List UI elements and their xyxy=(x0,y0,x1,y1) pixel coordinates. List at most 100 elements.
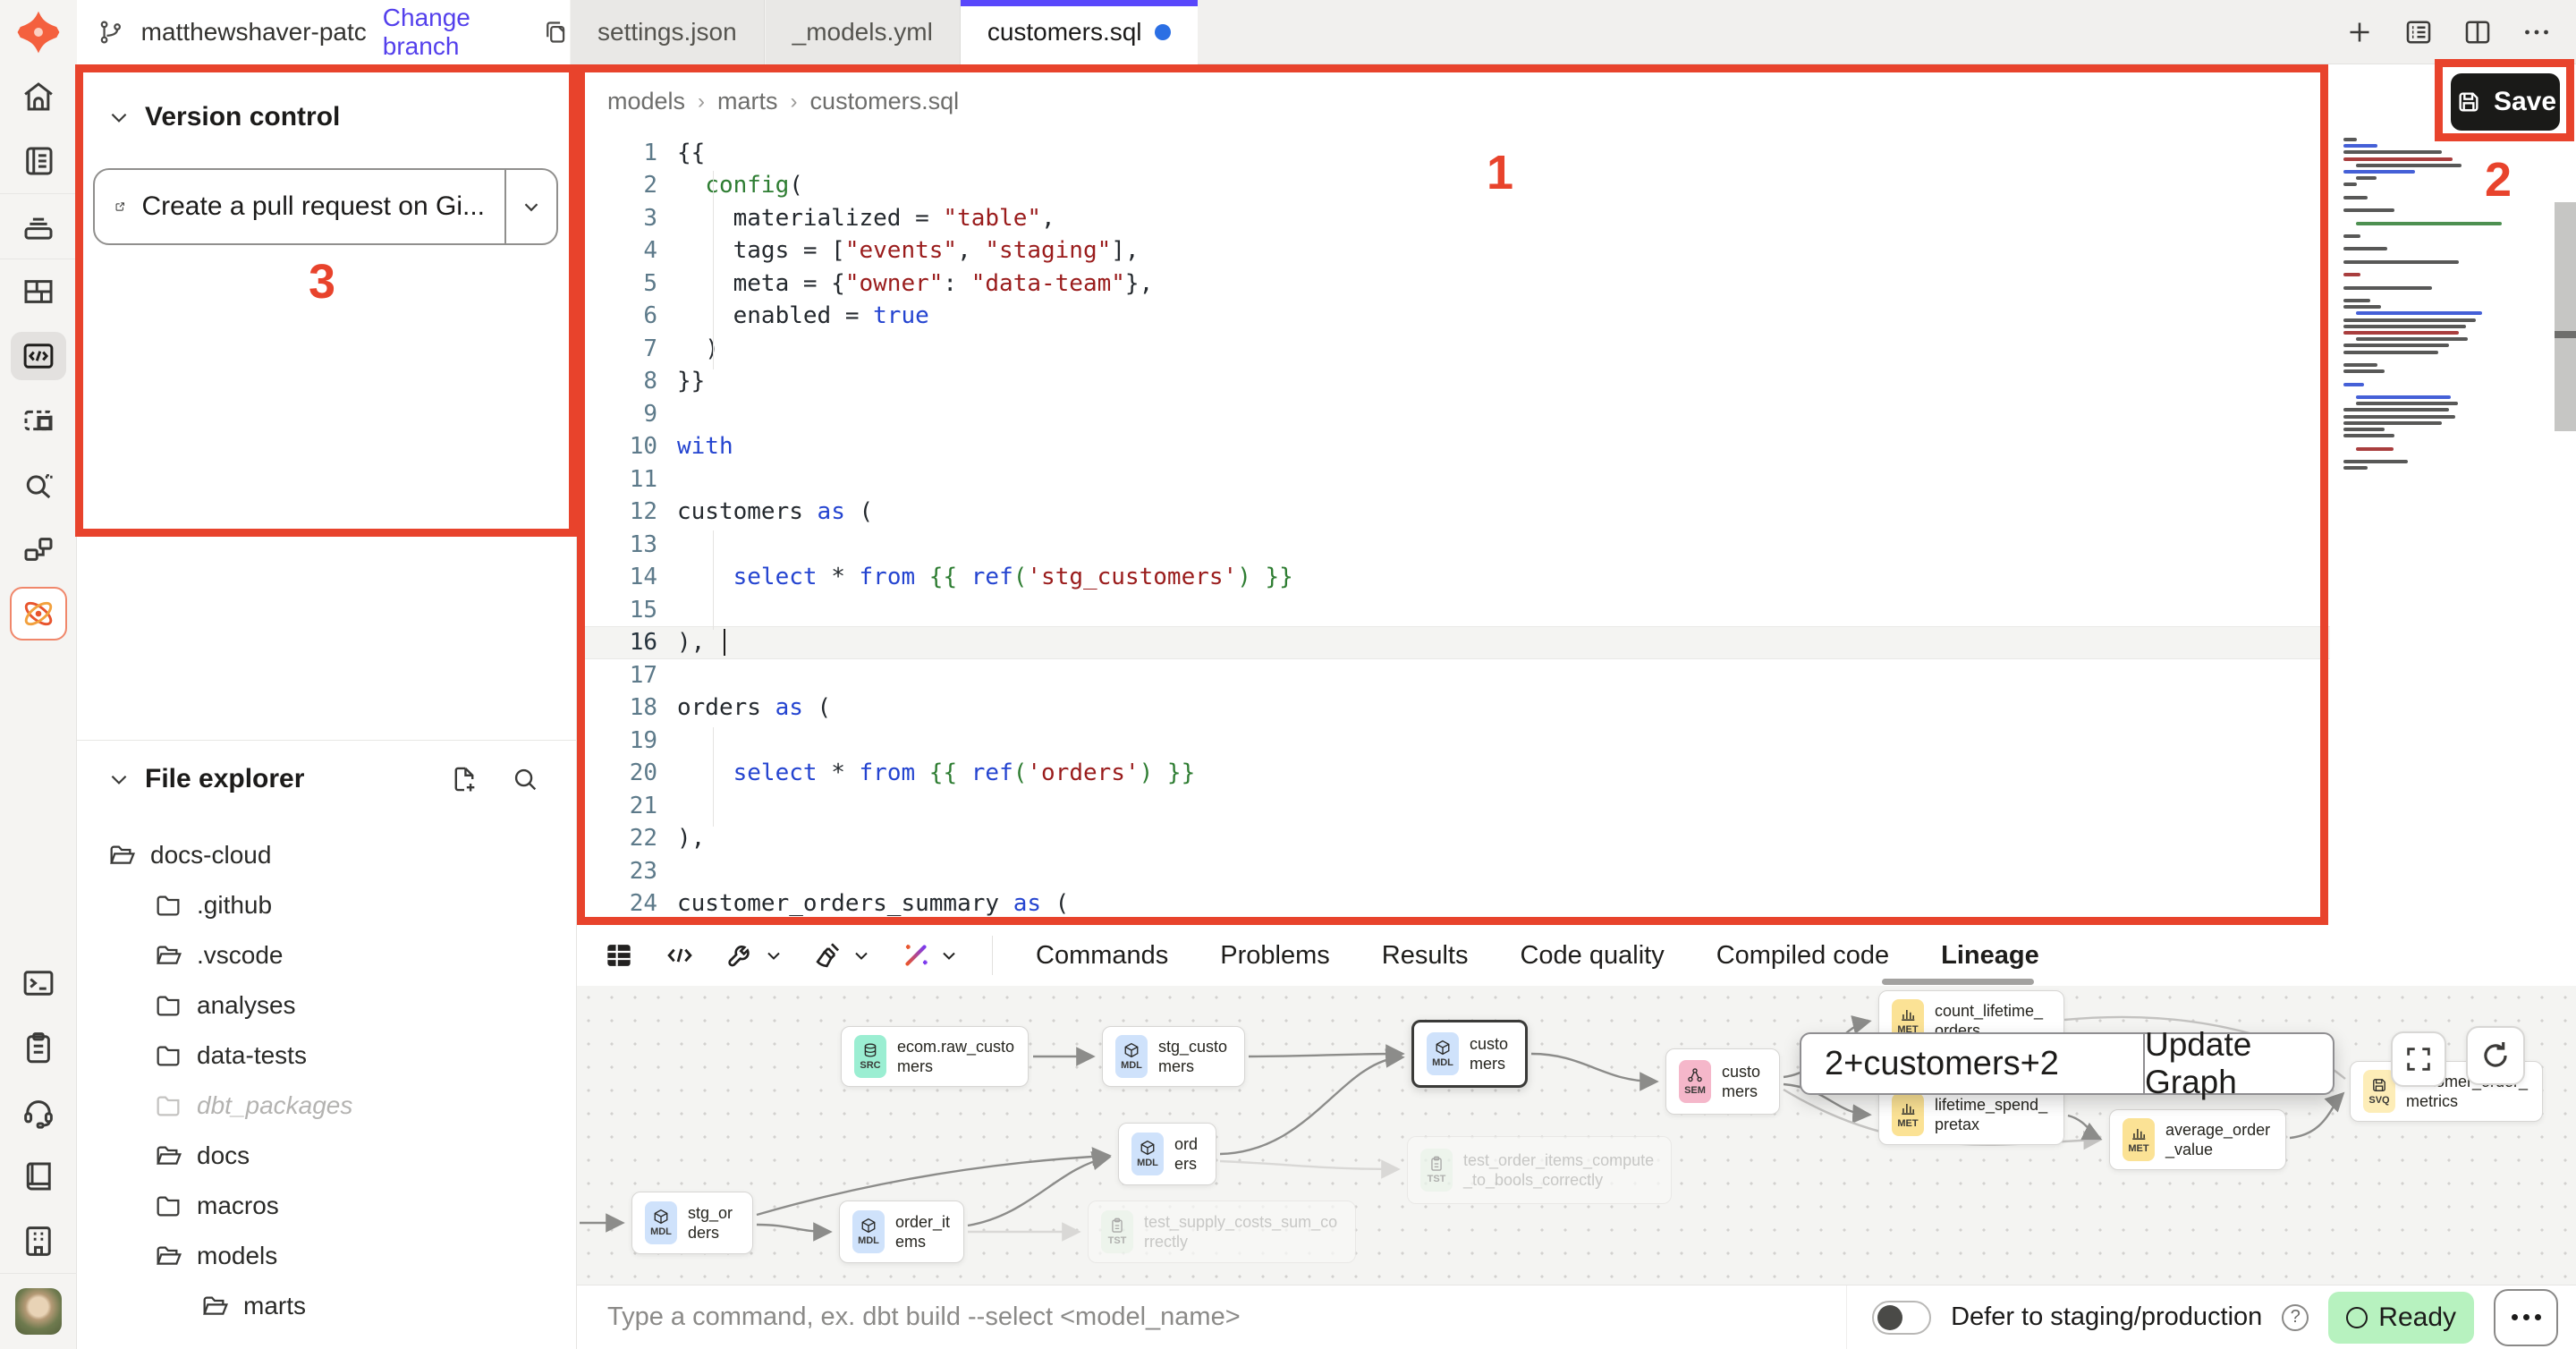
lineage-node-orders[interactable]: MDLorders xyxy=(1118,1123,1216,1185)
code-line-9[interactable]: 9 xyxy=(577,397,2330,430)
tree-item-.github[interactable]: .github xyxy=(77,880,577,930)
lint-button[interactable] xyxy=(811,938,872,972)
results-table-button[interactable] xyxy=(602,938,636,972)
tree-item-analyses[interactable]: analyses xyxy=(77,980,577,1031)
save-button[interactable]: Save xyxy=(2451,73,2560,131)
code-line-7[interactable]: 7 ) xyxy=(577,332,2330,365)
nav-dashboards[interactable] xyxy=(0,259,77,324)
code-line-13[interactable]: 13 xyxy=(577,528,2330,561)
tab-customers.sql[interactable]: customers.sql xyxy=(961,0,1198,64)
nav-copilot[interactable] xyxy=(0,581,77,646)
pr-button-caret[interactable] xyxy=(504,170,556,243)
lineage-node-stg_orders[interactable]: MDLstg_orders xyxy=(631,1192,753,1254)
fullscreen-button[interactable] xyxy=(2391,1031,2446,1087)
nav-terminal[interactable] xyxy=(0,951,77,1015)
new-file-icon[interactable] xyxy=(449,764,479,794)
lineage-node-average_order_value[interactable]: METaverage_order_value xyxy=(2109,1109,2286,1170)
more-options-icon[interactable] xyxy=(2519,14,2555,50)
panel-tab-lineage[interactable]: Lineage xyxy=(1941,941,2039,971)
command-input[interactable] xyxy=(577,1302,1846,1332)
code-line-12[interactable]: 12customers as ( xyxy=(577,496,2330,529)
nav-organization[interactable] xyxy=(0,1209,77,1273)
code-view-button[interactable] xyxy=(663,938,697,972)
nav-docs[interactable] xyxy=(0,1144,77,1209)
panel-tab-results[interactable]: Results xyxy=(1382,941,1469,971)
code-line-11[interactable]: 11 xyxy=(577,462,2330,496)
lineage-canvas[interactable]: SRCecom.raw_customers MDLstg_customers MDL… xyxy=(577,986,2576,1285)
more-actions-button[interactable] xyxy=(2494,1289,2558,1346)
tree-item-models[interactable]: models xyxy=(77,1231,577,1281)
nav-jobs[interactable] xyxy=(0,388,77,453)
code-line-15[interactable]: 15 xyxy=(577,593,2330,626)
lineage-node-stg_customers[interactable]: MDLstg_customers xyxy=(1102,1026,1245,1087)
tree-item-macros[interactable]: macros xyxy=(77,1181,577,1231)
nav-explore[interactable] xyxy=(0,453,77,517)
lineage-node-customers[interactable]: SEMcustomers xyxy=(1665,1048,1780,1115)
code-line-20[interactable]: 20 select * from {{ ref('orders') }} xyxy=(577,757,2330,790)
tree-item-marts[interactable]: marts xyxy=(77,1281,577,1331)
split-panel-icon[interactable] xyxy=(2460,14,2496,50)
nav-editor[interactable] xyxy=(0,324,77,388)
code-line-5[interactable]: 5 meta = {"owner": "data-team"}, xyxy=(577,267,2330,300)
help-icon[interactable]: ? xyxy=(2282,1304,2309,1331)
tree-item-docs[interactable]: docs xyxy=(77,1131,577,1181)
nav-notebooks[interactable] xyxy=(0,129,77,193)
breadcrumb-segment[interactable]: marts xyxy=(717,88,778,115)
editor-scrollbar[interactable] xyxy=(2555,132,2576,925)
nav-home[interactable] xyxy=(0,64,77,129)
code-line-8[interactable]: 8}} xyxy=(577,365,2330,398)
lineage-node-customers[interactable]: MDLcustomers xyxy=(1411,1020,1528,1088)
tree-item-data-tests[interactable]: data-tests xyxy=(77,1031,577,1081)
copy-branch-icon[interactable] xyxy=(541,15,570,49)
defer-toggle[interactable] xyxy=(1872,1301,1931,1335)
create-pr-button[interactable]: Create a pull request on Gi... xyxy=(93,168,558,245)
tab-_models.yml[interactable]: _models.yml xyxy=(765,0,961,64)
ai-fix-button[interactable] xyxy=(899,938,960,972)
code-line-17[interactable]: 17 xyxy=(577,658,2330,691)
code-line-21[interactable]: 21 xyxy=(577,789,2330,822)
nav-support[interactable] xyxy=(0,1080,77,1144)
tab-settings.json[interactable]: settings.json xyxy=(570,0,765,64)
code-line-16[interactable]: 16), xyxy=(577,626,2330,659)
tree-item-dbt_packages[interactable]: dbt_packages xyxy=(77,1081,577,1131)
code-line-10[interactable]: 10with xyxy=(577,430,2330,463)
nav-changelog[interactable] xyxy=(0,1015,77,1080)
panel-tab-problems[interactable]: Problems xyxy=(1220,941,1330,971)
code-line-19[interactable]: 19 xyxy=(577,724,2330,757)
panel-tab-code-quality[interactable]: Code quality xyxy=(1520,941,1664,971)
lineage-node-ecom.raw_customers[interactable]: SRCecom.raw_customers xyxy=(841,1026,1029,1087)
version-control-header[interactable]: Version control xyxy=(107,102,340,132)
update-graph-button[interactable]: Update Graph xyxy=(2143,1034,2333,1093)
user-menu[interactable] xyxy=(0,1274,77,1349)
lineage-node-test_order_items_compute_to_bools_correctly[interactable]: TSTtest_order_items_compute_to_bools_cor… xyxy=(1407,1136,1672,1204)
code-line-24[interactable]: 24customer_orders_summary as ( xyxy=(577,887,2330,921)
nav-environments[interactable] xyxy=(0,517,77,581)
code-line-1[interactable]: 1{{ xyxy=(577,136,2330,169)
panel-tab-compiled-code[interactable]: Compiled code xyxy=(1716,941,1889,971)
panel-tab-commands[interactable]: Commands xyxy=(1036,941,1168,971)
refresh-graph-button[interactable] xyxy=(2466,1026,2525,1085)
breadcrumb-segment[interactable]: models xyxy=(607,88,685,115)
code-line-18[interactable]: 18orders as ( xyxy=(577,691,2330,725)
breadcrumb-segment[interactable]: customers.sql xyxy=(810,88,960,115)
code-line-3[interactable]: 3 materialized = "table", xyxy=(577,201,2330,234)
code-line-2[interactable]: 2 config( xyxy=(577,169,2330,202)
code-line-14[interactable]: 14 select * from {{ ref('stg_customers')… xyxy=(577,561,2330,594)
search-icon[interactable] xyxy=(510,764,540,794)
code-line-23[interactable]: 23 xyxy=(577,854,2330,887)
build-tools-button[interactable] xyxy=(724,938,784,972)
lineage-selector-input[interactable]: 2+customers+2 xyxy=(1801,1034,2143,1093)
dbt-logo[interactable] xyxy=(0,0,77,64)
code-line-6[interactable]: 6 enabled = true xyxy=(577,300,2330,333)
new-tab-icon[interactable] xyxy=(2342,14,2377,50)
code-line-22[interactable]: 22), xyxy=(577,822,2330,855)
scrollbar-thumb[interactable] xyxy=(2555,202,2576,431)
panel-list-icon[interactable] xyxy=(2401,14,2436,50)
lineage-node-order_items[interactable]: MDLorder_items xyxy=(839,1201,964,1263)
lineage-node-test_supply_costs_sum_correctly[interactable]: TSTtest_supply_costs_sum_correctly xyxy=(1088,1201,1356,1263)
change-branch-link[interactable]: Change branch xyxy=(383,4,526,61)
tree-item-docs-cloud[interactable]: docs-cloud xyxy=(77,830,577,880)
tree-item-.vscode[interactable]: .vscode xyxy=(77,930,577,980)
code-line-4[interactable]: 4 tags = ["events", "staging"], xyxy=(577,234,2330,267)
nav-inbox[interactable] xyxy=(0,194,77,259)
